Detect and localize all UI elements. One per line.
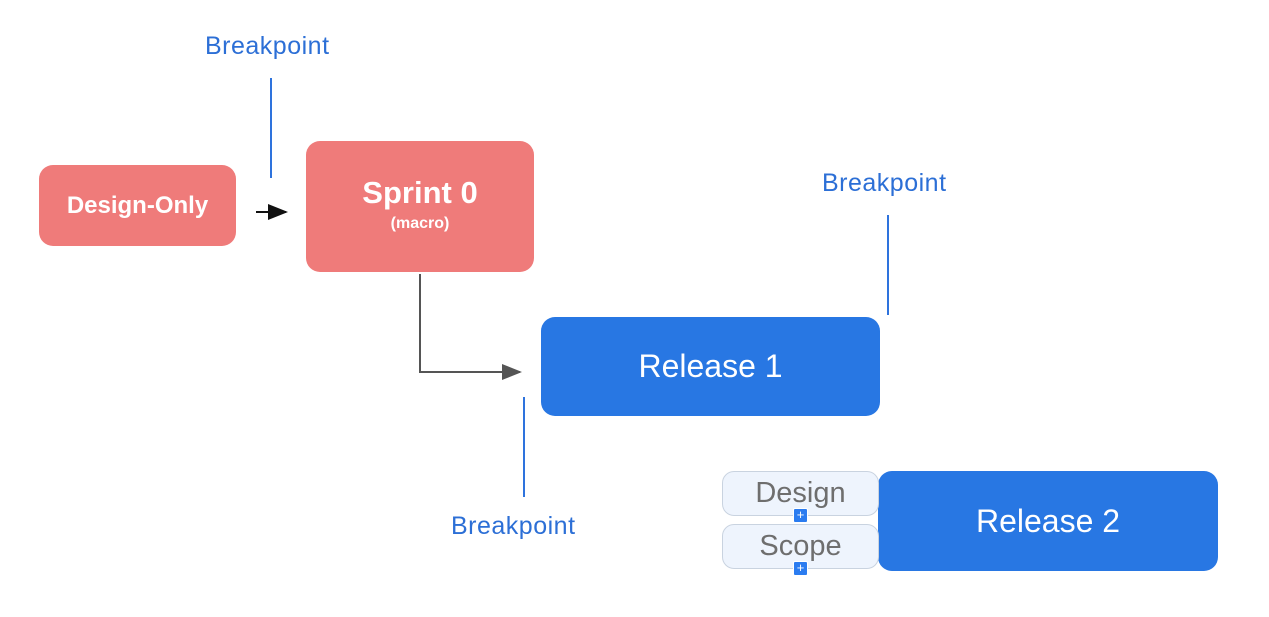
tag-label: Design (755, 477, 846, 509)
node-sprint-0[interactable]: Sprint 0 (macro) (306, 141, 534, 272)
node-label: Design-Only (66, 191, 209, 219)
plus-icon[interactable]: + (793, 508, 808, 523)
plus-icon[interactable]: + (793, 561, 808, 576)
node-sublabel: (macro) (390, 214, 450, 232)
node-label: Sprint 0 (362, 174, 478, 210)
node-label: Release 2 (975, 502, 1121, 539)
breakpoint-label: Breakpoint (451, 512, 576, 540)
breakpoint-line (270, 78, 272, 178)
tag-label: Scope (759, 530, 842, 562)
breakpoint-label: Breakpoint (822, 169, 947, 197)
breakpoint-label: Breakpoint (205, 32, 330, 60)
breakpoint-line (523, 397, 525, 497)
node-label: Release 1 (638, 348, 783, 384)
node-design-only[interactable]: Design-Only (39, 165, 236, 246)
breakpoint-line (887, 215, 889, 315)
node-release-1[interactable]: Release 1 (541, 317, 880, 416)
node-release-2[interactable]: Release 2 (878, 471, 1218, 571)
edge-sprint0-to-release1 (419, 274, 522, 380)
